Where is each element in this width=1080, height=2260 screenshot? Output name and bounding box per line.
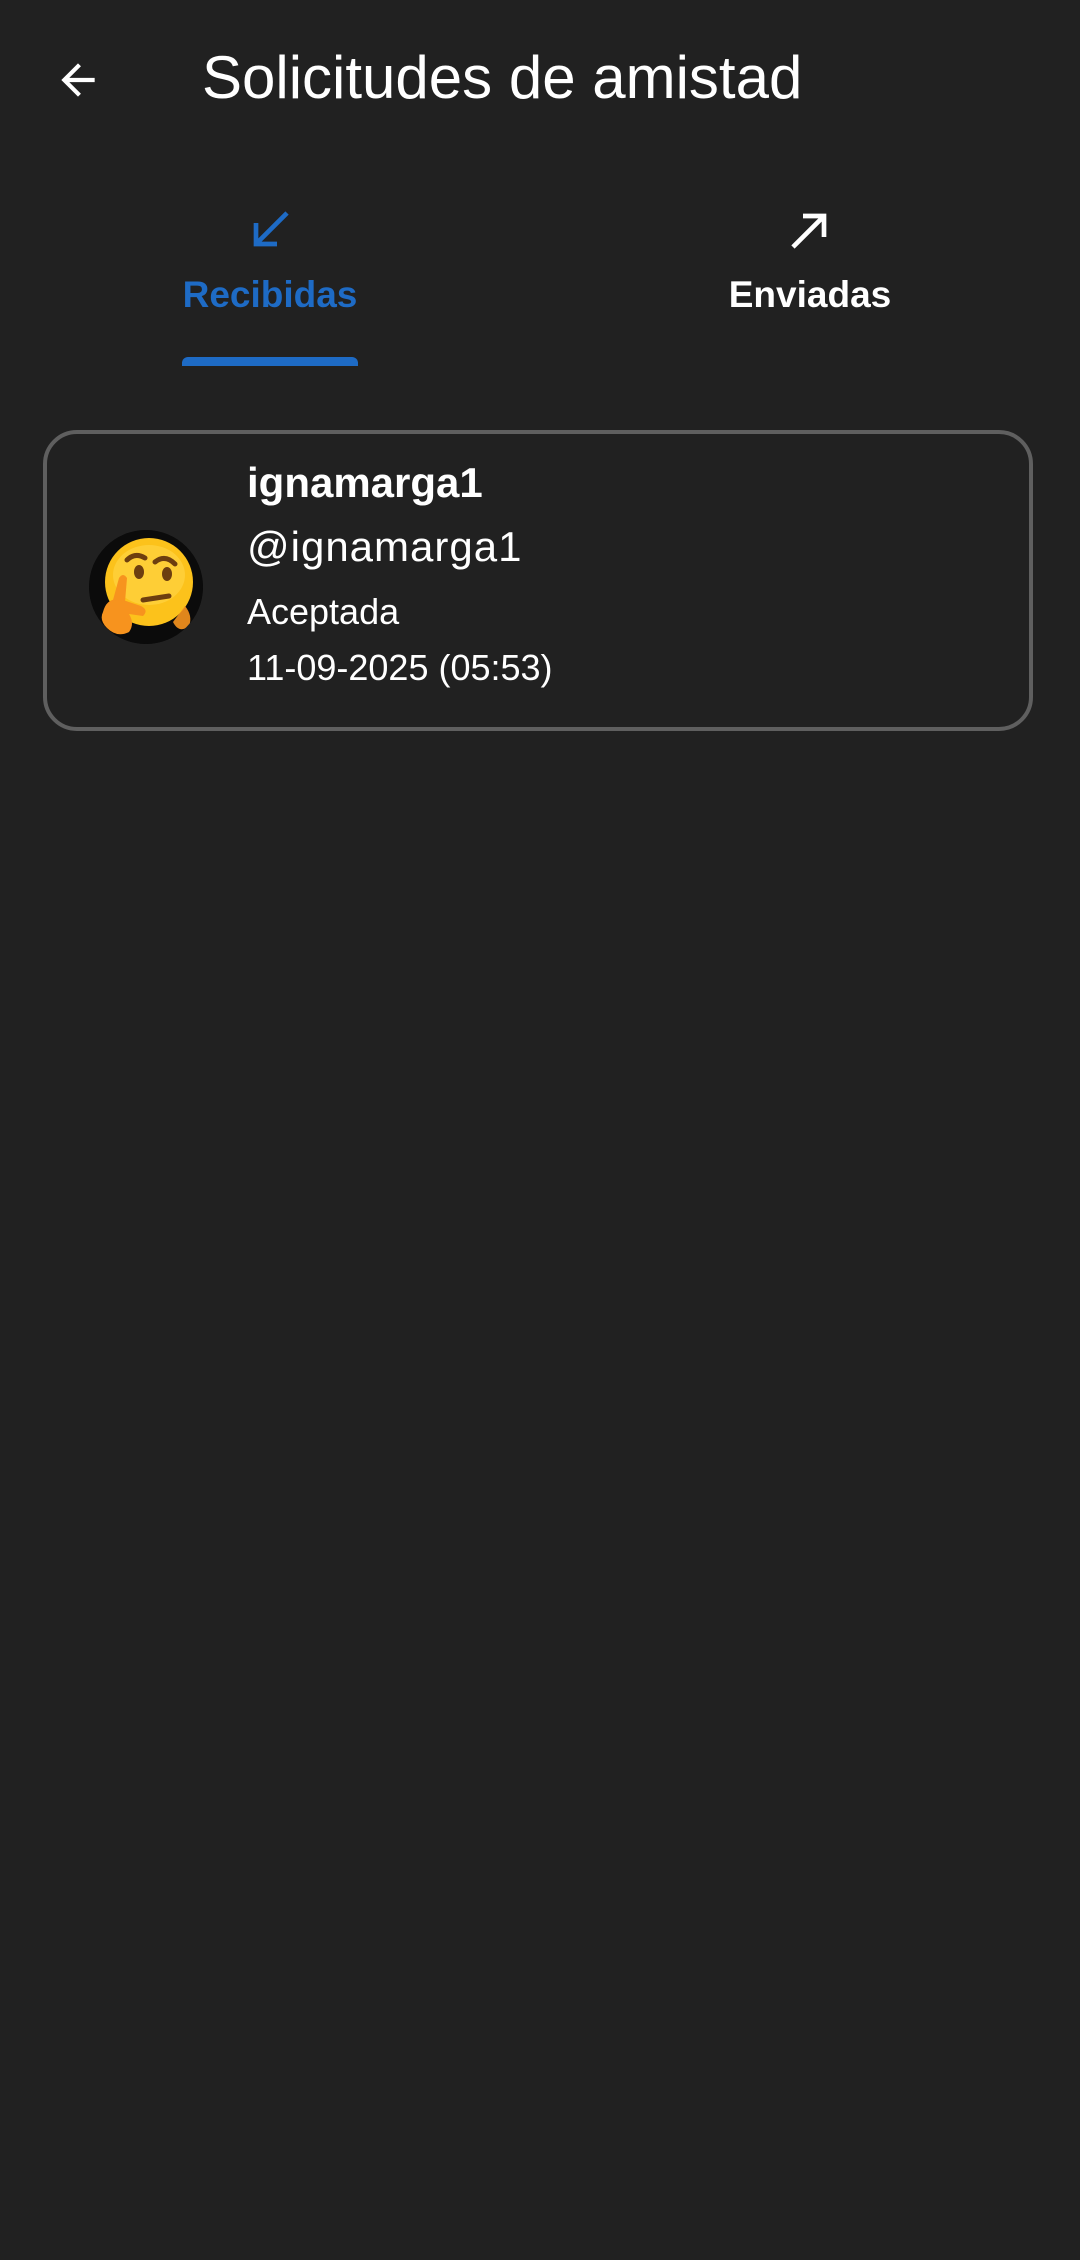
username: @ignamarga1 xyxy=(247,523,523,570)
tab-recibidas[interactable]: Recibidas xyxy=(0,190,540,366)
arrow-up-right-icon xyxy=(791,213,827,249)
avatar xyxy=(89,530,203,644)
app-bar: Solicitudes de amistad xyxy=(0,0,1080,154)
back-button[interactable] xyxy=(38,40,118,120)
tab-label-enviadas: Enviadas xyxy=(728,274,892,315)
request-date: 11-09-2025 (05:53) xyxy=(247,647,553,688)
selected-tab-indicator xyxy=(182,357,358,366)
friend-requests-screen: Solicitudes de amistad Recibidas Enviada… xyxy=(0,0,1080,2260)
arrow-left-icon xyxy=(61,63,95,97)
friend-request-card[interactable]: ignamarga1 @ignamarga1 Aceptada 11-09-20… xyxy=(43,430,1033,731)
tab-enviadas[interactable]: Enviadas xyxy=(540,190,1080,366)
arrow-down-left-icon xyxy=(253,211,289,247)
request-status: Aceptada xyxy=(247,591,400,632)
tab-label-recibidas: Recibidas xyxy=(182,274,358,315)
tab-bar: Recibidas Enviadas xyxy=(0,190,1080,366)
page-title: Solicitudes de amistad xyxy=(202,44,803,111)
thinking-face-emoji-icon xyxy=(89,530,203,644)
request-info: ignamarga1 @ignamarga1 Aceptada 11-09-20… xyxy=(247,456,553,692)
display-name: ignamarga1 xyxy=(247,459,483,506)
